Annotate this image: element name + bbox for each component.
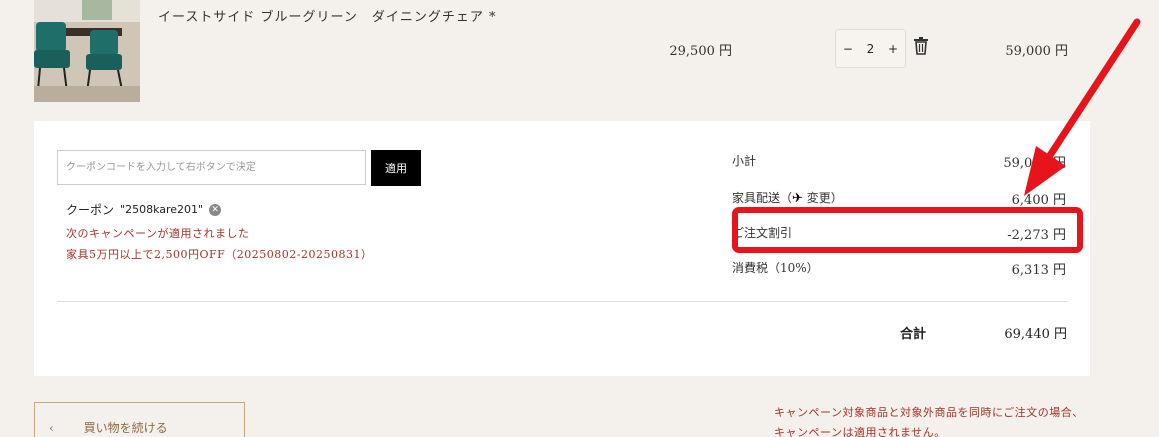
remove-coupon-icon[interactable]: ✕ <box>209 203 222 216</box>
campaign-description: 家具5万円以上で2,500円OFF（20250802-20250831） <box>66 248 373 261</box>
unit-price: 29,500 円 <box>669 44 732 59</box>
decrease-quantity-button[interactable]: − <box>843 42 853 56</box>
apply-coupon-button[interactable]: 適用 <box>371 150 421 186</box>
quantity-stepper: − 2 + <box>835 29 906 68</box>
applied-coupon: クーポン "2508kare201" ✕ <box>66 201 222 218</box>
shipping-value: 6,400 円 <box>1011 193 1066 208</box>
applied-coupon-prefix: クーポン <box>66 203 115 217</box>
tax-row: 消費税（10%） 6,313 円 <box>732 259 1066 279</box>
tax-label: 消費税（10%） <box>732 261 819 275</box>
trash-icon[interactable] <box>913 37 929 55</box>
campaign-note: キャンペーン対象商品と対象外商品を同時にご注文の場合、キャンペーンは適用されませ… <box>774 406 1084 437</box>
line-total: 59,000 円 <box>1005 44 1068 59</box>
coupon-code-input[interactable] <box>57 150 366 185</box>
subtotal-value: 59,000 円 <box>1003 156 1066 171</box>
quantity-value[interactable]: 2 <box>867 42 875 56</box>
discount-highlight-box <box>732 207 1083 253</box>
shipping-label: 家具配送（ <box>732 191 793 205</box>
product-name[interactable]: イーストサイド ブルーグリーン ダイニングチェア * <box>158 6 496 25</box>
subtotal-label: 小計 <box>732 154 757 168</box>
total-value: 69,440 円 <box>1004 327 1067 342</box>
continue-shopping-button[interactable]: ‹ 買い物を続ける <box>34 402 245 437</box>
applied-coupon-code: "2508kare201" <box>120 203 204 216</box>
chevron-left-icon: ‹ <box>49 420 54 435</box>
summary-divider <box>57 301 1067 302</box>
campaign-applied-message: 次のキャンペーンが適用されました <box>66 227 250 240</box>
product-thumbnail[interactable] <box>34 0 140 102</box>
shipping-row: 家具配送（✈ 変更） 6,400 円 <box>732 189 1066 209</box>
tax-value: 6,313 円 <box>1011 263 1066 278</box>
shipping-change-link[interactable]: 変更） <box>807 191 843 205</box>
subtotal-row: 小計 59,000 円 <box>732 152 1066 172</box>
increase-quantity-button[interactable]: + <box>888 42 898 56</box>
airplane-icon: ✈ <box>792 191 803 206</box>
total-label: 合計 <box>900 327 927 342</box>
continue-shopping-label: 買い物を続ける <box>83 420 168 435</box>
